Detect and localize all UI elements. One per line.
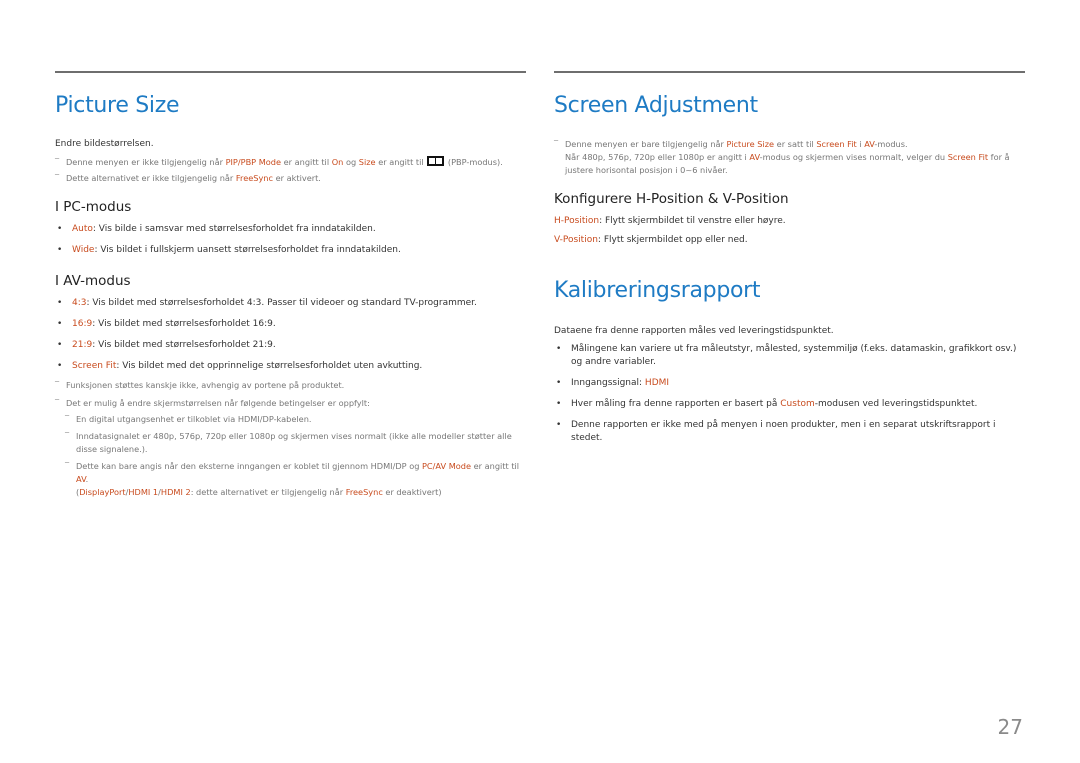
screen-adjustment-section: Screen Adjustment ‾ Denne menyen er bare…: [554, 71, 1025, 445]
list-item: • 16:9: Vis bildet med størrelsesforholde…: [57, 319, 276, 329]
picture-size-section: Picture Size Endre bildestørrelsen. ‾ De…: [55, 71, 526, 499]
note-dash-icon: ‾: [55, 172, 60, 182]
list-item: • 21:9: Vis bildet med størrelsesforholde…: [57, 340, 276, 350]
note-pip-pbp: ‾ Denne menyen er ikke tilgjengelig når …: [55, 156, 503, 167]
subnote-external-input: ‾ Dette kan bare angis når den eksterne i…: [65, 460, 520, 497]
list-item: • Denne rapporten er ikke med på menyen i…: [556, 420, 996, 443]
list-item: • Screen Fit: Vis bildet med det opprinne…: [57, 361, 423, 371]
list-item: • Hver måling fra denne rapporten er base…: [556, 399, 978, 409]
note-screen-fit: ‾ Denne menyen er bare tilgjengelig når …: [554, 138, 1010, 175]
footnote-ports: ‾ Funksjonen støttes kanskje ikke, avheng…: [55, 379, 345, 390]
list-item: • 4:3: Vis bildet med størrelsesforholdet…: [57, 298, 477, 308]
pc-mode-heading: I PC-modus: [55, 199, 132, 215]
page-number: 27: [997, 715, 1023, 739]
list-item: • Inngangssignal: HDMI: [556, 378, 670, 388]
calibration-intro: Dataene fra denne rapporten måles ved le…: [554, 326, 834, 336]
subnote-digital-output: ‾ En digital utgangsenhet er tilkoblet vi…: [65, 413, 312, 424]
note-dash-icon: ‾: [554, 138, 559, 148]
picture-size-intro: Endre bildestørrelsen.: [55, 139, 154, 149]
v-position-item: V-Position: Flytt skjermbildet opp eller…: [554, 235, 748, 245]
screen-adjustment-title: Screen Adjustment: [554, 93, 758, 118]
note-dash-icon: ‾: [55, 156, 60, 166]
footnote-conditions: ‾ Det er mulig å endre skjermstørrelsen n…: [55, 397, 370, 408]
list-item: • Wide: Vis bildet i fullskjerm uansett s…: [57, 245, 401, 255]
section-divider: [554, 71, 1025, 73]
subnote-input-signal: ‾ Inndatasignalet er 480p, 576p, 720p ell…: [65, 430, 512, 454]
list-item: • Målingene kan variere ut fra måleutstyr…: [556, 344, 1017, 367]
section-divider: [55, 71, 526, 73]
pbp-mode-icon: [427, 156, 445, 166]
list-item: • Auto: Vis bilde i samsvar med størrelse…: [57, 224, 376, 234]
calibration-report-title: Kalibreringsrapport: [554, 278, 761, 303]
h-position-item: H-Position: Flytt skjermbildet til venst…: [554, 216, 786, 226]
config-position-heading: Konfigurere H-Position & V-Position: [554, 191, 789, 207]
picture-size-title: Picture Size: [55, 93, 180, 118]
note-freesync: ‾ Dette alternativet er ikke tilgjengeli…: [55, 172, 321, 183]
av-mode-heading: I AV-modus: [55, 273, 131, 289]
